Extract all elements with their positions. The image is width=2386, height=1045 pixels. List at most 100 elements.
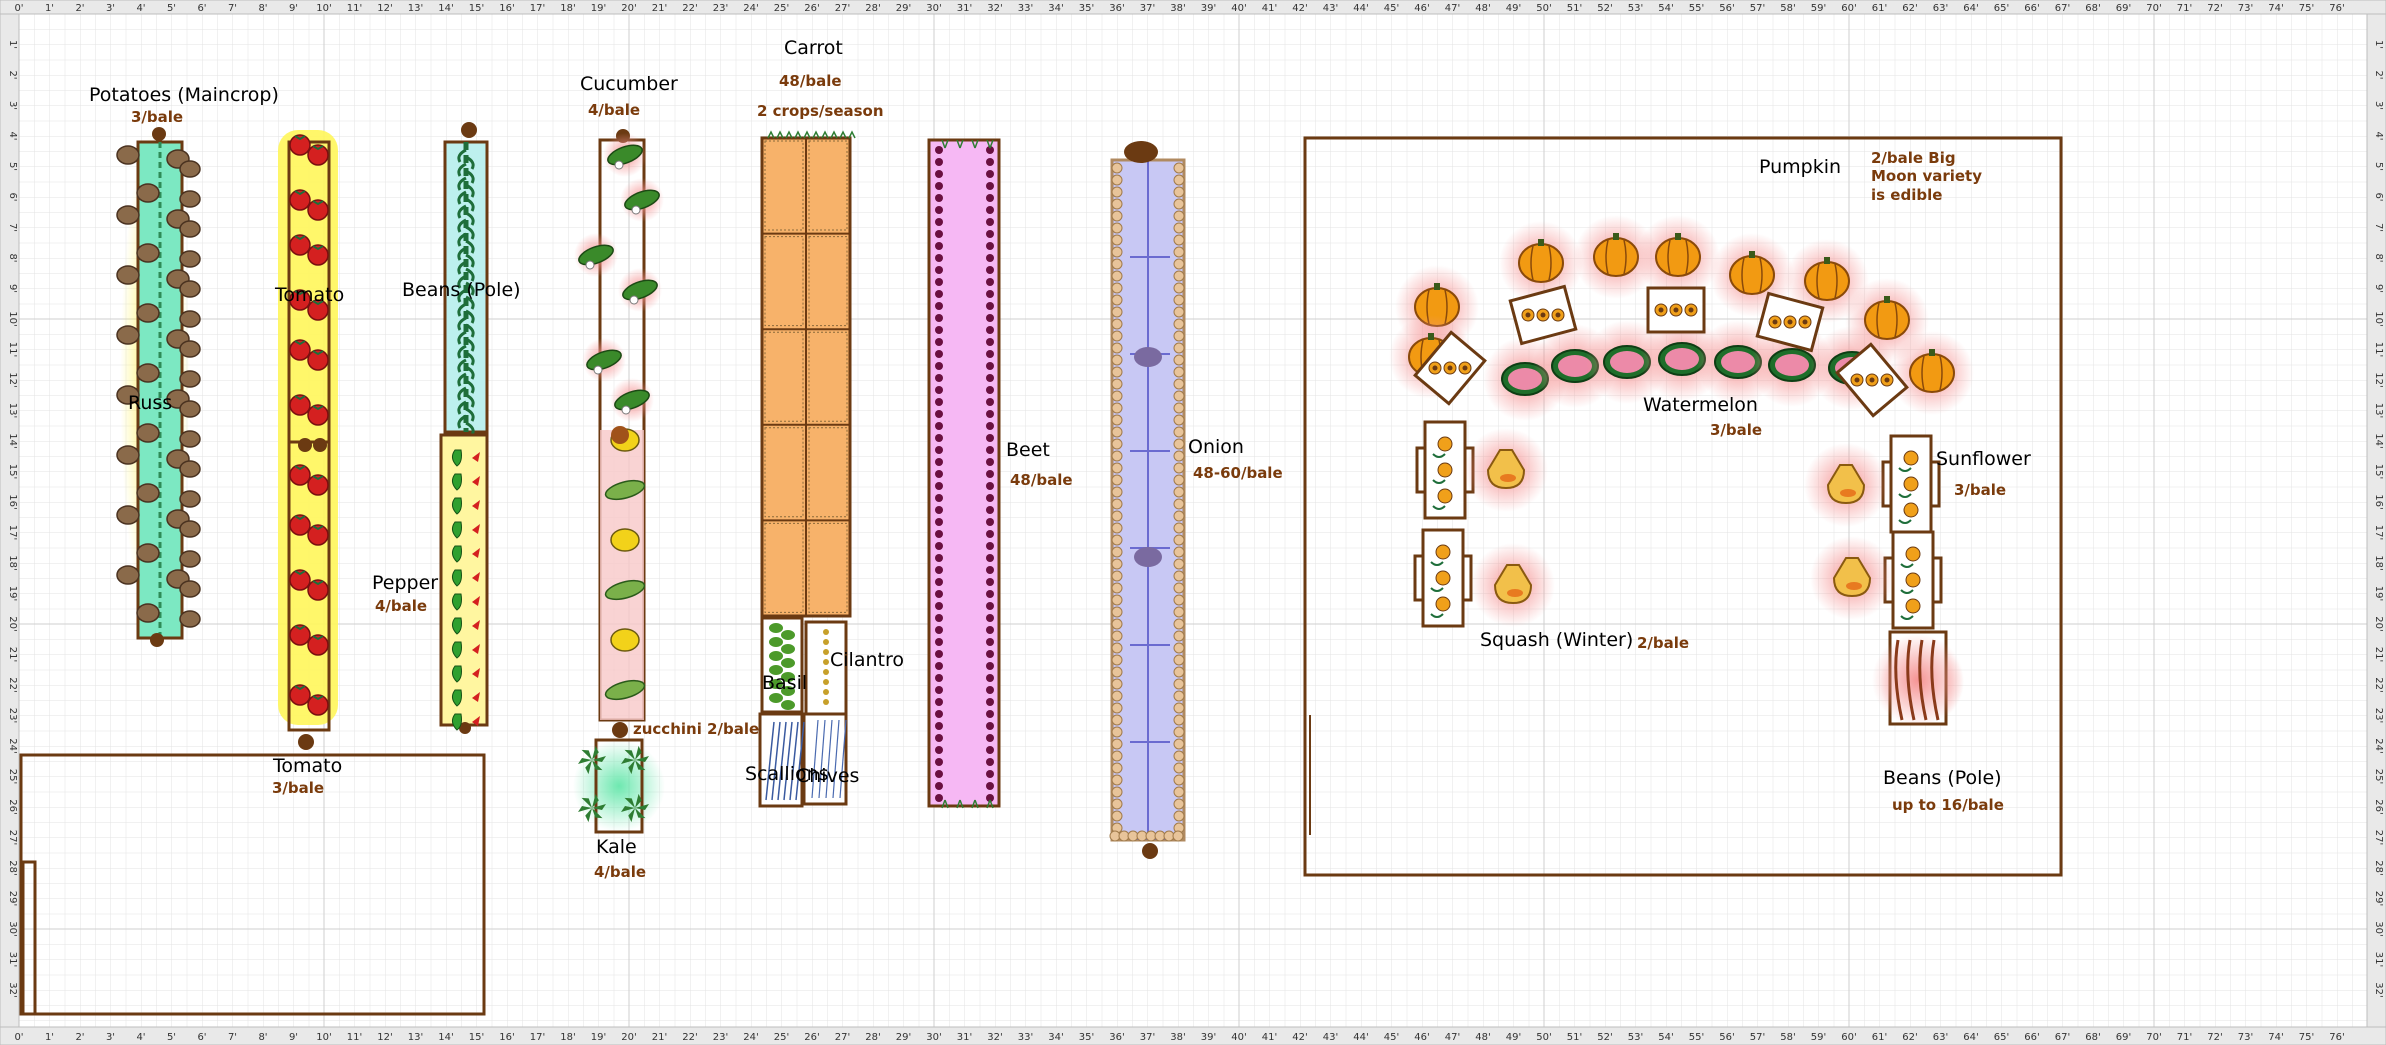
pumpkin-icon: [1804, 261, 1850, 301]
label-pumpkin-note3: is edible: [1871, 186, 1943, 204]
garden-plan-canvas[interactable]: 0' 0' 1' 1' 2' 2' 3' 3' 4' 4' 5' 5' 6' 6' 7' 7' 8' 8' 9' 9'…: [0, 0, 2386, 1045]
beet-icon: [935, 518, 943, 526]
onion-icon: [1173, 318, 1185, 330]
beet-icon: [935, 674, 943, 682]
ruler-right-tick: 18': [2373, 555, 2384, 570]
onion-icon: [1111, 714, 1123, 726]
carrot-bed[interactable]: [760, 130, 856, 618]
label-cucumber: Cucumber: [580, 73, 678, 95]
ruler-top-tick: 3': [106, 3, 115, 14]
onion-icon: [1111, 642, 1123, 654]
beet-icon: [986, 446, 994, 454]
onion-icon: [1111, 174, 1123, 186]
ruler-top-tick: 30': [926, 3, 941, 14]
ruler-left-tick: 11': [7, 342, 18, 357]
onion-icon: [1173, 330, 1185, 342]
beet-icon: [986, 506, 994, 514]
ruler-bottom-tick: 26': [804, 1032, 819, 1043]
beet-icon: [986, 674, 994, 682]
onion-icon: [1111, 390, 1123, 402]
potato-icon: [179, 610, 201, 628]
ruler-right-tick: 15': [2373, 464, 2384, 479]
ruler-top-tick: 1': [45, 3, 54, 14]
ruler-top-tick: 76': [2329, 3, 2344, 14]
ruler-bottom-tick: 46': [1414, 1032, 1429, 1043]
onion-icon: [1173, 534, 1185, 546]
sunflower-icon: [1437, 462, 1453, 478]
potato-icon: [179, 460, 201, 478]
ruler-left-tick: 23': [7, 708, 18, 723]
ruler-top-tick: 4': [136, 3, 145, 14]
onion-icon: [1173, 798, 1185, 810]
beet-icon: [986, 266, 994, 274]
beet-icon: [986, 338, 994, 346]
ruler-bottom-tick: 59': [1811, 1032, 1826, 1043]
ruler-top-tick: 8': [258, 3, 267, 14]
cilantro-icon: [823, 629, 829, 635]
onion-icon: [1111, 294, 1123, 306]
onion-icon: [1111, 750, 1123, 762]
onion-icon: [1111, 558, 1123, 570]
ruler-right-tick: 7': [2373, 223, 2384, 232]
ruler-bottom-tick: 14': [438, 1032, 453, 1043]
beet-icon: [935, 482, 943, 490]
label-tomato-upper: Tomato: [275, 284, 345, 306]
onion-icon: [1111, 306, 1123, 318]
beet-icon: [935, 626, 943, 634]
kale-bed[interactable]: [573, 738, 665, 834]
beet-icon: [986, 230, 994, 238]
ruler-top-tick: 27': [835, 3, 850, 14]
ruler-right-tick: 28': [2373, 860, 2384, 875]
onion-icon: [1173, 462, 1185, 474]
label-sunflower-note: 3/bale: [1954, 481, 2007, 499]
onion-icon: [1173, 474, 1185, 486]
onion-bed[interactable]: [1109, 141, 1186, 859]
potato-icon: [179, 190, 201, 208]
onion-icon: [1111, 786, 1123, 798]
tomato-bed[interactable]: [278, 130, 338, 750]
potato-icon: [116, 205, 140, 225]
onion-icon: [1173, 498, 1185, 510]
beet-icon: [935, 542, 943, 550]
onion-icon: [1173, 654, 1185, 666]
label-kale: Kale: [596, 836, 637, 858]
ruler-top-tick: 71': [2177, 3, 2192, 14]
label-pumpkin-note1: 2/bale Big: [1871, 149, 1956, 167]
beet-icon: [935, 158, 943, 166]
ruler-top-tick: 55': [1689, 3, 1704, 14]
ruler-bottom-tick: 71': [2177, 1032, 2192, 1043]
beet-icon: [935, 494, 943, 502]
ruler-bottom-tick: 30': [926, 1032, 941, 1043]
onion-icon: [1173, 546, 1185, 558]
cilantro-icon: [823, 699, 829, 705]
beet-icon: [986, 698, 994, 706]
pepper-bed[interactable]: [439, 433, 489, 734]
ruler-top-tick: 62': [1902, 3, 1917, 14]
sunflower-icon: [1903, 476, 1919, 492]
onion-icon: [1173, 642, 1185, 654]
onion-icon: [1173, 282, 1185, 294]
onion-icon: [1111, 594, 1123, 606]
beet-icon: [935, 410, 943, 418]
beet-icon: [986, 206, 994, 214]
onion-icon: [1173, 606, 1185, 618]
onion-icon: [1111, 426, 1123, 438]
beet-icon: [935, 458, 943, 466]
ruler-top-tick: 12': [377, 3, 392, 14]
beet-icon: [935, 650, 943, 658]
ruler-bottom-tick: 8': [258, 1032, 267, 1043]
onion-icon: [1173, 306, 1185, 318]
ruler-top-tick: 54': [1658, 3, 1673, 14]
onion-icon: [1173, 630, 1185, 642]
beet-icon: [935, 242, 943, 250]
beet-bed[interactable]: [927, 138, 1001, 809]
onion-icon: [1111, 318, 1123, 330]
potatoes-bed[interactable]: [116, 127, 201, 647]
ruler-top-tick: 31': [957, 3, 972, 14]
ruler-top-tick: 28': [865, 3, 880, 14]
onion-icon: [1173, 366, 1185, 378]
onion-icon: [1173, 810, 1185, 822]
beet-icon: [986, 710, 994, 718]
ruler-left-tick: 9': [7, 284, 18, 293]
ruler-bottom-tick: 56': [1719, 1032, 1734, 1043]
